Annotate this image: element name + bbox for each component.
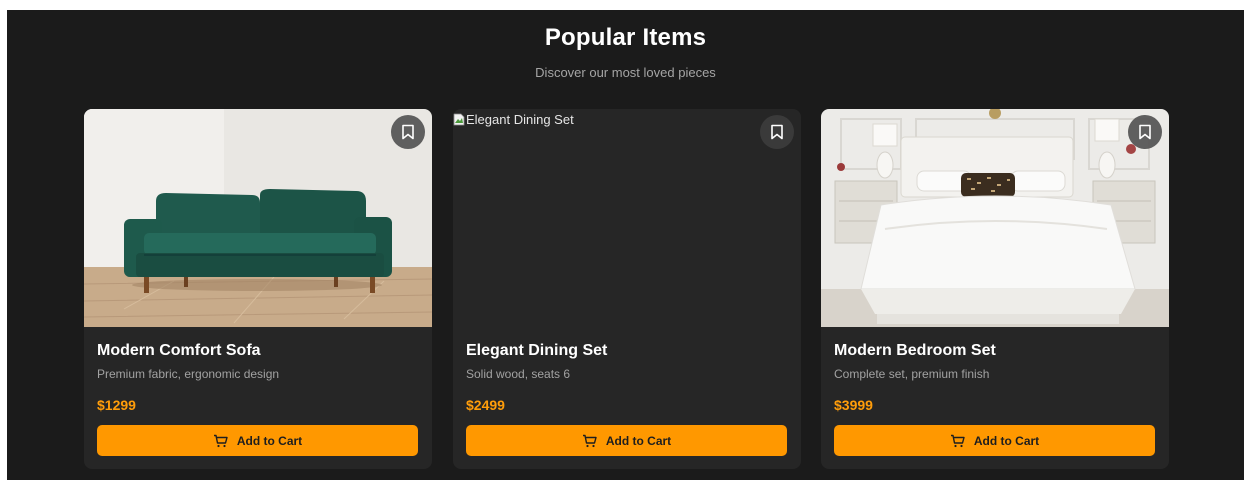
product-price: $1299 <box>97 397 136 413</box>
bookmark-icon <box>771 124 783 140</box>
add-to-cart-button[interactable]: Add to Cart <box>466 425 787 456</box>
product-description: Complete set, premium finish <box>834 367 990 381</box>
product-image-sofa[interactable] <box>84 109 432 327</box>
product-description: Premium fabric, ergonomic design <box>97 367 280 381</box>
product-image-dining[interactable]: Elegant Dining Set <box>453 109 801 327</box>
broken-image: Elegant Dining Set <box>453 112 574 127</box>
product-card-dining[interactable]: Elegant Dining Set Elegant Dining Set So… <box>453 109 801 469</box>
add-to-cart-label: Add to Cart <box>236 433 303 448</box>
image-alt-text: Elegant Dining Set <box>466 112 574 127</box>
section-title: Popular Items <box>544 24 707 51</box>
bookmark-icon <box>1139 124 1151 140</box>
product-card-sofa[interactable]: Modern Comfort Sofa Premium fabric, ergo… <box>84 109 432 469</box>
broken-image-icon <box>453 113 465 126</box>
add-to-cart-label: Add to Cart <box>605 433 672 448</box>
product-price: $2499 <box>466 397 505 413</box>
bookmark-button[interactable] <box>760 115 794 149</box>
product-name: Modern Comfort Sofa <box>97 342 261 359</box>
add-to-cart-label: Add to Cart <box>973 433 1040 448</box>
bookmark-icon <box>402 124 414 140</box>
product-name: Elegant Dining Set <box>466 342 608 359</box>
cart-icon <box>213 434 228 447</box>
bookmark-button[interactable] <box>391 115 425 149</box>
add-to-cart-button[interactable]: Add to Cart <box>834 425 1155 456</box>
product-image-bedroom[interactable] <box>821 109 1169 327</box>
popular-items-section: Popular Items Discover our most loved pi… <box>7 10 1244 480</box>
bookmark-button[interactable] <box>1128 115 1162 149</box>
cart-icon <box>582 434 597 447</box>
product-card-bedroom[interactable]: Modern Bedroom Set Complete set, premium… <box>821 109 1169 469</box>
section-subtitle: Discover our most loved pieces <box>535 65 716 80</box>
product-price: $3999 <box>834 397 873 413</box>
product-description: Solid wood, seats 6 <box>466 367 571 381</box>
product-name: Modern Bedroom Set <box>834 342 996 359</box>
add-to-cart-button[interactable]: Add to Cart <box>97 425 418 456</box>
cart-icon <box>950 434 965 447</box>
